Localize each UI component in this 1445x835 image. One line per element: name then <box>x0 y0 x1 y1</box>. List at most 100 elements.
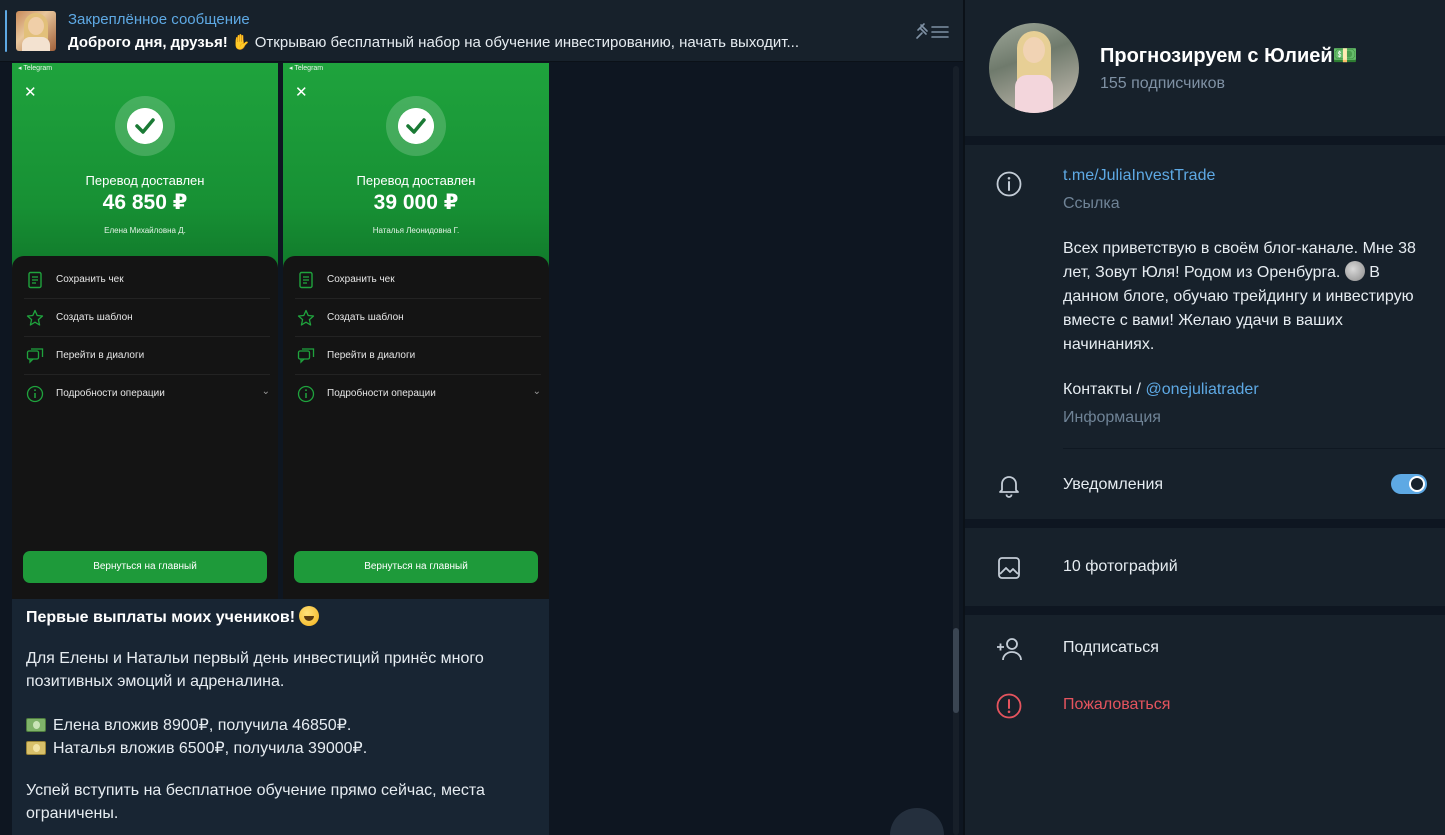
receipt-header <box>283 63 549 268</box>
pinned-preview: Доброго дня, друзья! ✋ Открываю бесплатн… <box>68 33 898 51</box>
menu-item-label: Создать шаблон <box>56 312 133 323</box>
channel-link[interactable]: t.me/JuliaInvestTrade <box>1063 167 1215 185</box>
message-item-text: Наталья вложив 6500₽, получила 39000₽. <box>53 740 368 757</box>
menu-item-operation-details: Подробности операции ⌄ <box>295 375 541 413</box>
menu-item-label: Подробности операции <box>327 388 436 399</box>
notifications-toggle[interactable] <box>1391 474 1427 494</box>
scroll-down-button[interactable]: ⌄ <box>890 808 944 835</box>
pinned-indicator <box>5 10 7 52</box>
transfer-amount: 46 850 ₽ <box>102 191 188 214</box>
receipt-actions: Сохранить чек Создать шаблон Перейти в д… <box>283 256 549 599</box>
menu-item-label: Перейти в диалоги <box>56 350 145 361</box>
message-line: позитивных эмоций и адреналина. <box>26 673 285 690</box>
subscribe-button[interactable]: Подписаться <box>1063 639 1159 657</box>
contacts-line: Контакты / @onejuliatrader <box>1063 381 1259 399</box>
star-icon <box>26 309 44 326</box>
pinned-list-icon[interactable] <box>915 22 949 42</box>
photo-album[interactable]: ◂ Telegram ✕ Перевод доставлен 46 850 ₽ … <box>12 63 549 599</box>
star-icon <box>297 309 315 326</box>
message-line: Елена вложив 8900₽, получила 46850₽. <box>26 715 351 735</box>
message-line: Для Елены и Натальи первый день инвестиц… <box>26 650 484 667</box>
info-circle-icon <box>26 385 44 403</box>
toggle-knob <box>1409 476 1425 492</box>
message-item-text: Елена вложив 8900₽, получила 46850₽. <box>53 717 352 734</box>
section-separator <box>965 519 1445 528</box>
subscriber-count: 155 подписчиков <box>1100 75 1225 92</box>
transfer-amount: 39 000 ₽ <box>373 191 459 214</box>
receipt-header <box>12 63 278 268</box>
receipt-icon <box>299 271 313 289</box>
info-icon <box>996 171 1022 197</box>
menu-item-create-template: Создать шаблон <box>295 299 541 337</box>
message-bubble[interactable]: Первые выплаты моих учеников! Для Елены … <box>12 599 549 835</box>
receipt-app-label: ◂ Telegram <box>289 65 324 72</box>
recipient-name: Елена Михайловна Д. <box>104 226 186 235</box>
menu-item-create-template: Создать шаблон <box>24 299 270 337</box>
message-title-text: Первые выплаты моих учеников! <box>26 609 296 626</box>
channel-info-panel: Прогнозируем с Юлией💵 155 подписчиков t.… <box>965 0 1445 835</box>
pinned-thumbnail <box>16 11 56 51</box>
add-user-icon <box>997 638 1022 661</box>
message-line: Наталья вложив 6500₽, получила 39000₽. <box>26 738 367 758</box>
money-emoji <box>26 718 46 732</box>
close-icon: ✕ <box>295 84 308 101</box>
contacts-prefix: Контакты / <box>1063 381 1141 398</box>
image-icon <box>998 557 1020 579</box>
chat-scrollbar[interactable] <box>953 66 959 835</box>
receipt-icon <box>28 271 42 289</box>
pinned-title: Закреплённое сообщение <box>68 11 250 28</box>
chat-pane: Закреплённое сообщение Доброго дня, друз… <box>0 0 963 835</box>
transfer-status: Перевод доставлен <box>85 173 205 188</box>
moon-emoji <box>1344 261 1365 281</box>
pinned-preview-rest: Открываю бесплатный набор на обучение ин… <box>254 34 800 51</box>
back-to-main-button: Вернуться на главный <box>23 551 267 583</box>
wave-emoji: ✋ <box>231 34 251 51</box>
chevron-down-icon: ⌄ <box>909 824 926 835</box>
transfer-status: Перевод доставлен <box>356 173 476 188</box>
menu-item-label: Создать шаблон <box>327 312 404 323</box>
chat-bubbles-icon <box>297 348 315 364</box>
message-title: Первые выплаты моих учеников! <box>26 606 320 627</box>
chevron-down-icon: ⌄ <box>261 386 270 397</box>
receipt-photo[interactable]: ◂ Telegram ✕ Перевод доставлен 39 000 ₽ … <box>283 63 549 599</box>
menu-item-label: Перейти в диалоги <box>327 350 416 361</box>
channel-name: Прогнозируем с Юлией💵 <box>1100 45 1358 67</box>
menu-item-label: Сохранить чек <box>327 274 395 285</box>
recipient-name: Наталья Леонидовна Г. <box>372 226 460 235</box>
bell-icon <box>999 476 1019 498</box>
link-caption: Ссылка <box>1063 195 1120 212</box>
close-icon: ✕ <box>24 84 37 101</box>
chat-scrollbar-thumb[interactable] <box>953 628 959 713</box>
receipt-photo[interactable]: ◂ Telegram ✕ Перевод доставлен 46 850 ₽ … <box>12 63 278 599</box>
contact-handle-link[interactable]: @onejuliatrader <box>1145 381 1258 398</box>
message-line: Успей вступить на бесплатное обучение пр… <box>26 782 485 799</box>
back-to-main-button: Вернуться на главный <box>294 551 538 583</box>
menu-item-label: Подробности операции <box>56 388 165 399</box>
chevron-down-icon: ⌄ <box>532 386 541 397</box>
telegram-window: Закреплённое сообщение Доброго дня, друз… <box>0 0 1445 835</box>
info-circle-icon <box>297 385 315 403</box>
section-separator <box>965 606 1445 615</box>
menu-item-go-to-dialogs: Перейти в диалоги <box>295 337 541 375</box>
menu-item-save-receipt: Сохранить чек <box>24 261 270 299</box>
channel-description: Всех приветствую в своём блог-канале. Мн… <box>1063 237 1428 357</box>
checkmark-icon <box>398 108 434 144</box>
channel-avatar[interactable] <box>989 23 1079 113</box>
about-caption: Информация <box>1063 409 1161 426</box>
report-icon <box>996 693 1022 719</box>
pinned-preview-bold: Доброго дня, друзья! <box>68 34 228 51</box>
checkmark-icon <box>127 108 163 144</box>
row-divider <box>1063 448 1445 449</box>
receipt-app-label: ◂ Telegram <box>18 65 53 72</box>
menu-item-label: Сохранить чек <box>56 274 124 285</box>
photos-row[interactable]: 10 фотографий <box>1063 558 1178 576</box>
grin-emoji <box>299 606 320 626</box>
pinned-message-bar[interactable]: Закреплённое сообщение Доброго дня, друз… <box>0 0 963 62</box>
receipt-actions: Сохранить чек Создать шаблон Перейти в д… <box>12 256 278 599</box>
money-emoji <box>26 741 46 755</box>
notifications-label: Уведомления <box>1063 476 1164 493</box>
menu-item-go-to-dialogs: Перейти в диалоги <box>24 337 270 375</box>
message-line: ограничены. <box>26 805 119 822</box>
report-button[interactable]: Пожаловаться <box>1063 696 1170 714</box>
menu-item-save-receipt: Сохранить чек <box>295 261 541 299</box>
